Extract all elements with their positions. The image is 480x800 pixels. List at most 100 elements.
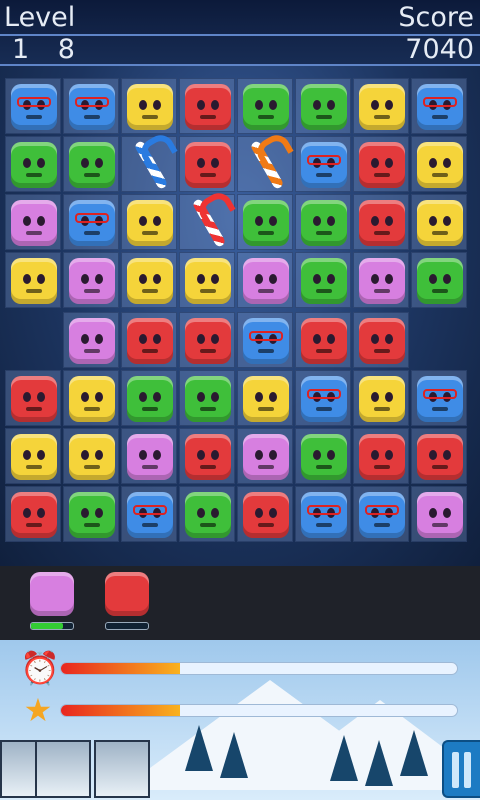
board-cell[interactable] [121,78,177,134]
mouth [432,173,448,177]
mouth [374,289,390,293]
board-cell[interactable] [237,194,293,250]
board-cell[interactable] [353,312,409,368]
board-cell[interactable] [353,136,409,192]
blue-glasses-block [301,492,347,538]
board-cell[interactable] [179,312,235,368]
board-cell[interactable] [353,194,409,250]
board-cell[interactable] [237,486,293,542]
eye [139,392,147,402]
board-cell[interactable] [121,428,177,484]
tray-meter [105,622,149,630]
game-board[interactable] [5,78,477,556]
board-cell[interactable] [179,252,235,308]
green-mustache-block [301,434,347,480]
board-cell[interactable] [179,486,235,542]
board-cell[interactable] [179,370,235,426]
alarm-clock-icon: ⏰ [20,649,60,687]
eye [385,100,393,110]
green-mustache-block [185,492,231,538]
board-cell[interactable] [353,78,409,134]
thumbnail[interactable] [94,740,150,798]
board-cell[interactable] [353,370,409,426]
board-cell[interactable] [121,130,178,192]
mouth [374,115,390,119]
glasses [75,213,109,223]
board-cell[interactable] [237,370,293,426]
board-cell[interactable] [411,252,467,308]
board-cell[interactable] [411,78,467,134]
board-cell[interactable] [353,428,409,484]
eye [429,158,437,168]
board-cell[interactable] [63,370,119,426]
eye [23,508,31,518]
board-cell[interactable] [237,312,293,368]
board-cell[interactable] [179,78,235,134]
board-cell[interactable] [353,252,409,308]
green-mustache-block [301,258,347,304]
blue-glasses-block [243,318,289,364]
board-cell[interactable] [5,486,61,542]
pause-button[interactable] [442,740,480,798]
board-cell[interactable] [411,194,467,250]
mouth [316,407,332,411]
eye [371,274,379,284]
board-cell[interactable] [179,188,236,250]
eye [197,158,205,168]
board-cell[interactable] [237,78,293,134]
board-cell[interactable] [121,486,177,542]
board-cell[interactable] [295,136,351,192]
yellow-block [127,258,173,304]
timer-track [60,662,458,675]
board-cell[interactable] [295,312,351,368]
red-block [417,434,463,480]
board-cell[interactable] [411,428,467,484]
tray-piece[interactable] [30,572,76,630]
eye [153,100,161,110]
eye [313,334,321,344]
board-cell[interactable] [353,486,409,542]
board-cell[interactable] [179,428,235,484]
board-cell[interactable] [5,252,61,308]
mouth [142,289,158,293]
board-cell[interactable] [5,78,61,134]
eye [429,274,437,284]
tray-piece[interactable] [105,572,151,630]
board-cell[interactable] [5,194,61,250]
board-cell[interactable] [63,486,119,542]
board-cell[interactable] [63,136,119,192]
board-cell[interactable] [295,252,351,308]
board-cell[interactable] [63,194,119,250]
board-cell[interactable] [295,486,351,542]
board-cell[interactable] [179,136,235,192]
board-cell[interactable] [121,194,177,250]
board-cell[interactable] [237,428,293,484]
red-block [185,434,231,480]
eye [23,158,31,168]
eye [139,274,147,284]
board-cell[interactable] [121,312,177,368]
board-cell[interactable] [411,136,467,192]
eye [255,508,263,518]
board-cell[interactable] [121,370,177,426]
mouth [26,407,42,411]
board-cell[interactable] [237,130,294,192]
board-cell[interactable] [5,136,61,192]
eye [385,274,393,284]
board-cell[interactable] [411,370,467,426]
board-cell[interactable] [63,428,119,484]
board-cell[interactable] [5,428,61,484]
board-cell[interactable] [121,252,177,308]
board-cell[interactable] [5,370,61,426]
board-cell[interactable] [295,194,351,250]
board-cell[interactable] [63,312,119,368]
board-cell[interactable] [295,428,351,484]
board-cell[interactable] [295,370,351,426]
board-cell[interactable] [411,486,467,542]
board-cell[interactable] [63,78,119,134]
board-cell[interactable] [295,78,351,134]
board-cell[interactable] [237,252,293,308]
board-cell[interactable] [63,252,119,308]
thumbnail[interactable] [35,740,91,798]
timer-bar: ⏰ [20,650,460,686]
